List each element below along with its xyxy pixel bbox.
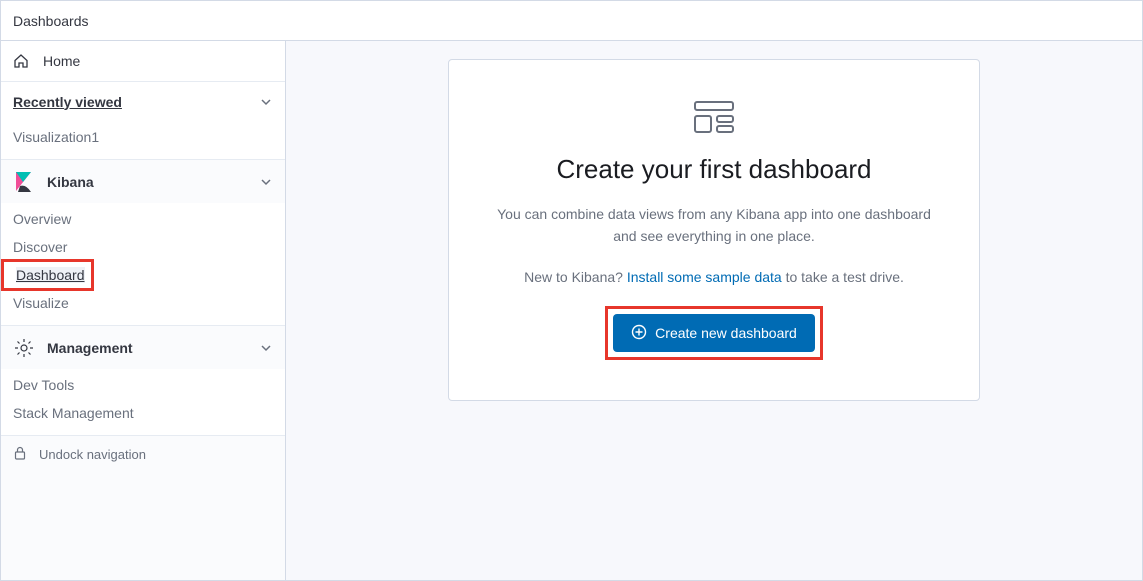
empty-state-panel: Create your first dashboard You can comb… <box>448 59 980 401</box>
undock-label: Undock navigation <box>39 447 146 462</box>
undock-navigation[interactable]: Undock navigation <box>1 435 285 473</box>
sidebar-item-label: Stack Management <box>13 405 134 421</box>
sidebar-item-visualization1[interactable]: Visualization1 <box>1 123 285 151</box>
sidebar-item-label: Discover <box>13 239 67 255</box>
sidebar-item-discover[interactable]: Discover <box>1 233 285 261</box>
app-layout: Home Recently viewed Visualization1 <box>1 41 1142 580</box>
create-dashboard-button[interactable]: Create new dashboard <box>613 314 815 352</box>
empty-state-hint: New to Kibana? Install some sample data … <box>485 266 943 288</box>
hint-post: to take a test drive. <box>782 269 904 285</box>
home-icon <box>13 53 29 69</box>
breadcrumb-bar: Dashboards <box>1 1 1142 41</box>
kibana-logo-icon <box>13 171 35 193</box>
sidebar-item-overview[interactable]: Overview <box>1 205 285 233</box>
chevron-down-icon <box>259 95 273 109</box>
sidebar-item-label: Visualization1 <box>13 129 99 145</box>
sidebar: Home Recently viewed Visualization1 <box>1 41 286 580</box>
cta-highlight: Create new dashboard <box>605 306 823 360</box>
sidebar-item-label: Dashboard <box>16 267 85 283</box>
cta-label: Create new dashboard <box>655 325 797 341</box>
dashboard-hero-icon <box>485 100 943 136</box>
kibana-items: Overview Discover Dashboard Visualize <box>1 203 285 325</box>
sidebar-section-recent[interactable]: Recently viewed <box>1 81 285 121</box>
sidebar-home-label: Home <box>43 53 80 69</box>
install-sample-data-link[interactable]: Install some sample data <box>627 269 782 285</box>
sidebar-item-dashboard-highlight: Dashboard <box>1 259 94 291</box>
lock-icon <box>13 446 27 463</box>
management-items: Dev Tools Stack Management <box>1 369 285 435</box>
chevron-down-icon <box>259 175 273 189</box>
sidebar-section-management[interactable]: Management <box>1 325 285 369</box>
sidebar-item-dashboard[interactable]: Dashboard <box>16 267 85 283</box>
sidebar-section-recent-label: Recently viewed <box>13 94 122 110</box>
sidebar-item-visualize[interactable]: Visualize <box>1 289 285 317</box>
breadcrumb-title[interactable]: Dashboards <box>13 13 89 29</box>
sidebar-item-label: Visualize <box>13 295 69 311</box>
empty-state-title: Create your first dashboard <box>485 154 943 185</box>
hint-pre: New to Kibana? <box>524 269 627 285</box>
sidebar-section-kibana-label: Kibana <box>47 174 94 190</box>
main-content: Create your first dashboard You can comb… <box>286 41 1142 580</box>
sidebar-home[interactable]: Home <box>1 41 285 81</box>
chevron-down-icon <box>259 341 273 355</box>
sidebar-item-devtools[interactable]: Dev Tools <box>1 371 285 399</box>
sidebar-item-stack-management[interactable]: Stack Management <box>1 399 285 427</box>
sidebar-section-kibana[interactable]: Kibana <box>1 159 285 203</box>
empty-state-desc: You can combine data views from any Kiba… <box>485 203 943 248</box>
plus-circle-icon <box>631 324 647 343</box>
recent-items: Visualization1 <box>1 121 285 159</box>
gear-icon <box>13 337 35 359</box>
sidebar-item-label: Dev Tools <box>13 377 74 393</box>
sidebar-item-label: Overview <box>13 211 71 227</box>
sidebar-section-management-label: Management <box>47 340 133 356</box>
